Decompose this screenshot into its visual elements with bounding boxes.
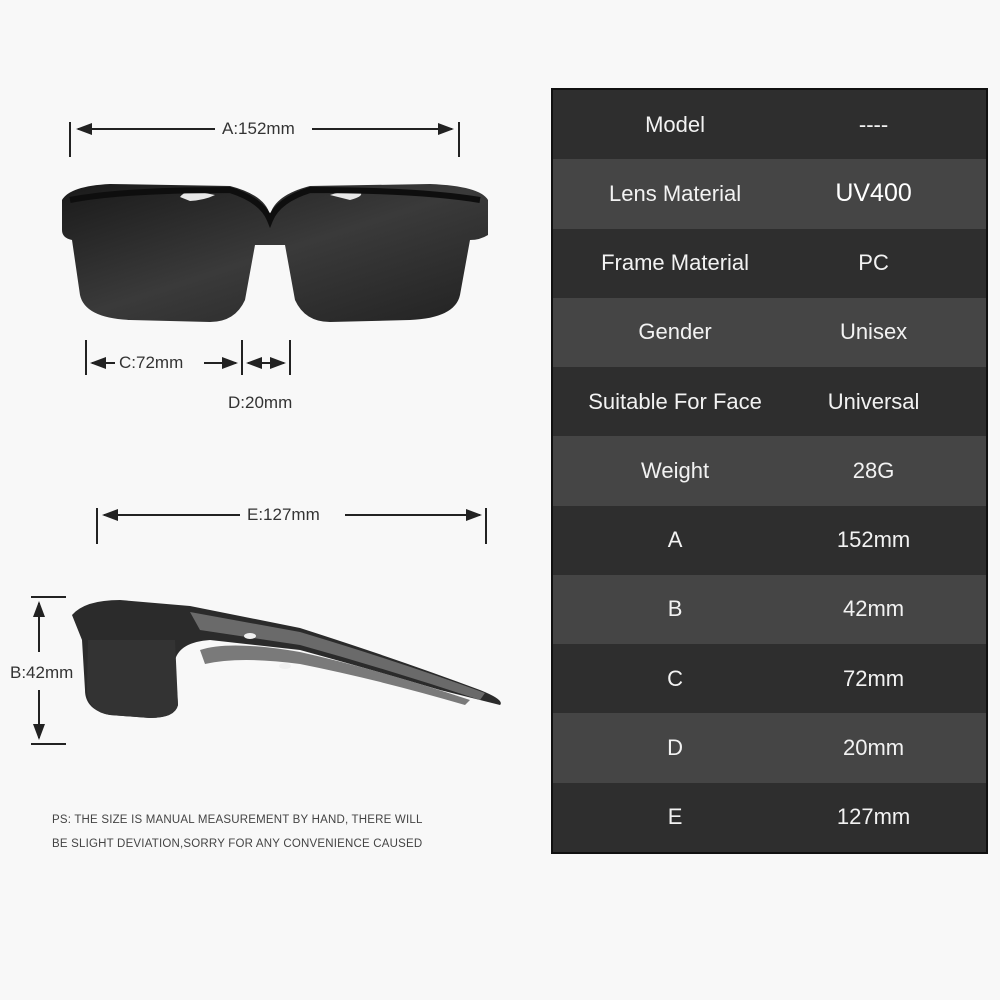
spec-label: Model [645,111,706,137]
spec-row-e: E 127mm [553,782,986,852]
spec-value: 28G [852,457,895,483]
spec-row-c: C 72mm [553,644,986,714]
spec-label: B [667,596,683,622]
spec-value: 152mm [836,527,911,553]
dimension-a-label: A:152mm [222,119,295,138]
spec-label: A [667,527,683,553]
dimension-e-label: E:127mm [247,505,320,524]
spec-label: Gender [638,319,712,345]
spec-value: UV400 [835,179,912,208]
spec-value: 20mm [843,735,905,761]
spec-label: C [667,665,684,691]
spec-value: Universal [827,388,920,414]
spec-label: Weight [641,457,710,483]
sunglasses-front-view [62,184,488,322]
spec-row-suitable-for-face: Suitable For Face Universal [553,367,986,437]
spec-row-b: B 42mm [553,574,986,645]
dimension-b-label: B:42mm [10,663,74,682]
spec-row-weight: Weight 28G [553,436,986,506]
spec-label: D [667,735,684,761]
sunglasses-side-view [72,600,501,718]
spec-row-model: Model ---- [553,90,986,160]
spec-table: Model ---- Lens Material UV400 Frame Mat… [551,88,988,854]
spec-row-frame-material: Frame Material PC [553,228,986,298]
spec-row-d: D 20mm [553,713,986,783]
spec-label: Lens Material [609,180,742,206]
dimension-d-label: D:20mm [228,393,293,412]
spec-label: E [667,804,683,830]
spec-value: 72mm [843,665,905,691]
spec-label: Suitable For Face [588,388,762,414]
measurement-note-line-2: BE SLIGHT DEVIATION,SORRY FOR ANY CONVEN… [52,838,423,850]
spec-value: 42mm [843,596,905,622]
spec-value: PC [858,250,889,276]
dimension-c-d-lines [85,340,291,375]
spec-row-lens-material: Lens Material UV400 [553,159,986,229]
dimension-c-label: C:72mm [119,353,184,372]
spec-row-a: A 152mm [553,505,986,575]
spec-value: ---- [858,111,889,137]
spec-value: 127mm [836,804,911,830]
measurement-note-line-1: PS: THE SIZE IS MANUAL MEASUREMENT BY HA… [52,814,423,826]
spec-row-gender: Gender Unisex [553,297,986,368]
spec-label: Frame Material [601,250,750,276]
spec-value: Unisex [839,319,908,345]
